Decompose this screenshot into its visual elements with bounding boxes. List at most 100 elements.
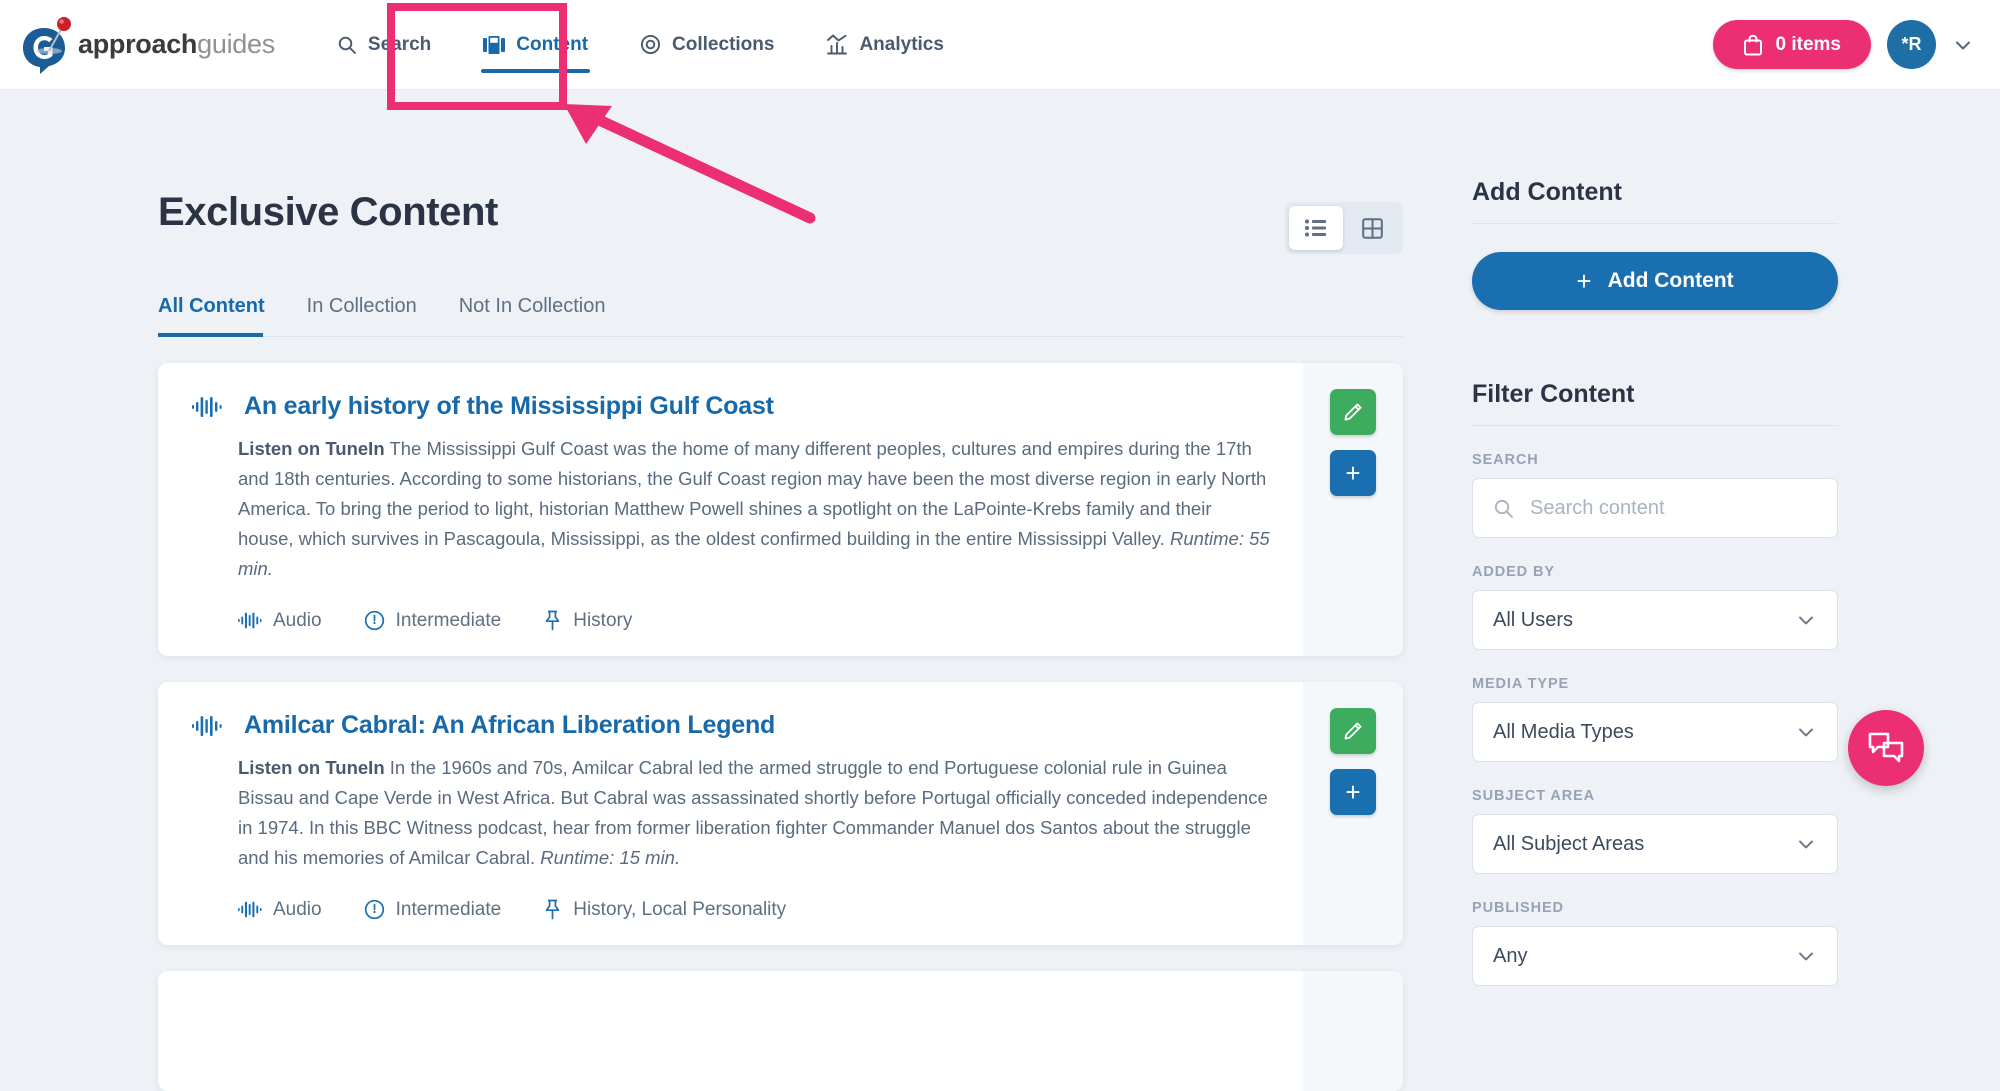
card-action-panel	[1303, 970, 1403, 1091]
list-icon	[1305, 219, 1327, 237]
plus-icon: +	[1345, 458, 1361, 488]
tab-all-content[interactable]: All Content	[158, 295, 285, 337]
add-content-button[interactable]: + Add Content	[1472, 252, 1838, 310]
chevron-down-icon	[1795, 609, 1817, 631]
edit-button[interactable]	[1330, 707, 1376, 754]
nav-item-search[interactable]: Search	[311, 0, 457, 90]
cart-button[interactable]: 0 items	[1712, 20, 1871, 69]
chevron-down-icon	[1795, 721, 1817, 743]
tab-not-in-collection[interactable]: Not In Collection	[459, 295, 626, 336]
added-by-value: All Users	[1493, 608, 1574, 631]
page-body: Exclusive Content All Content In Collect…	[0, 90, 2000, 1091]
meta-label: History, Local Personality	[573, 898, 787, 920]
card-action-panel: +	[1303, 681, 1403, 945]
nav-label-collections: Collections	[672, 33, 775, 55]
filter-label-published: PUBLISHED	[1472, 900, 1564, 916]
search-icon	[337, 35, 357, 55]
add-content-heading: Add Content	[1472, 178, 1838, 224]
brand-name-bold: approach	[78, 29, 198, 59]
cart-label: 0 items	[1775, 33, 1841, 55]
add-content-label: Add Content	[1607, 269, 1734, 292]
tab-in-collection[interactable]: In Collection	[307, 295, 437, 336]
meta-label: Intermediate	[395, 898, 502, 920]
tab-label: All Content	[158, 295, 265, 317]
list-view-button[interactable]	[1289, 206, 1343, 250]
subject-area-select[interactable]: All Subject Areas	[1472, 814, 1838, 874]
nav-right-actions: 0 items *R	[1712, 20, 1974, 69]
content-images-icon	[483, 35, 506, 55]
pin-icon	[543, 899, 562, 920]
nav-label-content: Content	[516, 33, 589, 55]
card-title-link[interactable]: An early history of the Mississippi Gulf…	[244, 391, 774, 422]
card-body: An early history of the Mississippi Gulf…	[158, 363, 1303, 656]
approachguides-logo-icon	[18, 14, 74, 76]
avatar[interactable]: *R	[1887, 20, 1936, 69]
content-card[interactable]: An early history of the Mississippi Gulf…	[158, 363, 1403, 656]
chevron-down-icon	[1795, 945, 1817, 967]
grid-icon	[1361, 217, 1383, 239]
grid-view-button[interactable]	[1345, 206, 1399, 250]
meta-label: Intermediate	[395, 609, 502, 631]
top-navigation-bar: approachguides Search Content Collection…	[0, 0, 2000, 90]
audio-waveform-icon	[238, 611, 262, 630]
media-type-select[interactable]: All Media Types	[1472, 702, 1838, 762]
nav-label-analytics: Analytics	[859, 33, 944, 55]
brand-logo[interactable]: approachguides	[18, 0, 275, 90]
target-circle-icon	[640, 34, 661, 55]
card-action-panel: +	[1303, 363, 1403, 656]
card-meta-row: Audio Intermediate	[238, 610, 1271, 632]
added-by-select[interactable]: All Users	[1472, 590, 1838, 650]
tab-label: Not In Collection	[458, 295, 606, 317]
meta-subjects: History	[543, 610, 632, 632]
filter-label-subject-area: SUBJECT AREA	[1472, 788, 1596, 804]
meta-label: History	[573, 609, 633, 631]
card-description: Listen on TuneIn In the 1960s and 70s, A…	[238, 753, 1271, 873]
gauge-icon	[364, 899, 385, 920]
add-to-collection-button[interactable]: +	[1330, 450, 1376, 496]
chat-support-button[interactable]	[1848, 710, 1924, 786]
chevron-down-icon[interactable]	[1952, 34, 1974, 56]
card-title-link[interactable]: Amilcar Cabral: An African Liberation Le…	[244, 710, 775, 741]
meta-label: Audio	[273, 898, 322, 920]
add-to-collection-button[interactable]: +	[1330, 768, 1376, 815]
view-mode-toggle	[1285, 202, 1403, 254]
card-header: Amilcar Cabral: An African Liberation Le…	[192, 710, 1271, 743]
gauge-icon	[364, 610, 385, 631]
edit-button[interactable]	[1330, 389, 1376, 435]
page-title: Exclusive Content	[158, 190, 498, 234]
nav-item-analytics[interactable]: Analytics	[800, 0, 969, 90]
content-card-partial[interactable]	[158, 970, 1403, 1091]
right-sidebar: Add Content + Add Content Filter Content…	[1472, 90, 1838, 986]
card-body: Amilcar Cabral: An African Liberation Le…	[158, 682, 1303, 945]
published-select[interactable]: Any	[1472, 926, 1838, 986]
meta-media-type: Audio	[238, 899, 322, 921]
card-description-text: In the 1960s and 70s, Amilcar Cabral led…	[238, 756, 1268, 868]
card-header: An early history of the Mississippi Gulf…	[192, 391, 1271, 424]
pin-icon	[543, 610, 562, 631]
audio-waveform-icon	[192, 710, 222, 743]
content-card[interactable]: Amilcar Cabral: An African Liberation Le…	[158, 681, 1403, 945]
avatar-initials: *R	[1901, 34, 1922, 54]
filter-content-heading: Filter Content	[1472, 380, 1838, 426]
published-value: Any	[1493, 944, 1528, 967]
meta-level: Intermediate	[364, 898, 502, 921]
card-description-text: The Mississippi Gulf Coast was the home …	[238, 438, 1267, 549]
audio-waveform-icon	[238, 900, 262, 919]
audio-waveform-icon	[192, 391, 222, 424]
card-source: Listen on TuneIn	[238, 756, 385, 778]
filter-label-media-type: MEDIA TYPE	[1472, 676, 1570, 692]
meta-subjects: History, Local Personality	[543, 899, 786, 921]
filter-label-search: SEARCH	[1472, 452, 1539, 468]
filter-label-added-by: ADDED BY	[1472, 564, 1555, 580]
card-runtime: Runtime: 15 min.	[540, 846, 681, 868]
nav-item-collections[interactable]: Collections	[614, 0, 800, 90]
content-filter-tabs: All Content In Collection Not In Collect…	[158, 295, 1403, 337]
nav-item-content[interactable]: Content	[457, 0, 614, 90]
card-meta-row: Audio Intermediate	[238, 899, 1271, 921]
search-input[interactable]: Search content	[1472, 478, 1838, 538]
brand-name-light: guides	[197, 29, 275, 59]
search-placeholder: Search content	[1530, 496, 1665, 519]
search-icon	[1493, 498, 1514, 519]
card-description: Listen on TuneIn The Mississippi Gulf Co…	[238, 434, 1271, 584]
chevron-down-icon	[1795, 833, 1817, 855]
